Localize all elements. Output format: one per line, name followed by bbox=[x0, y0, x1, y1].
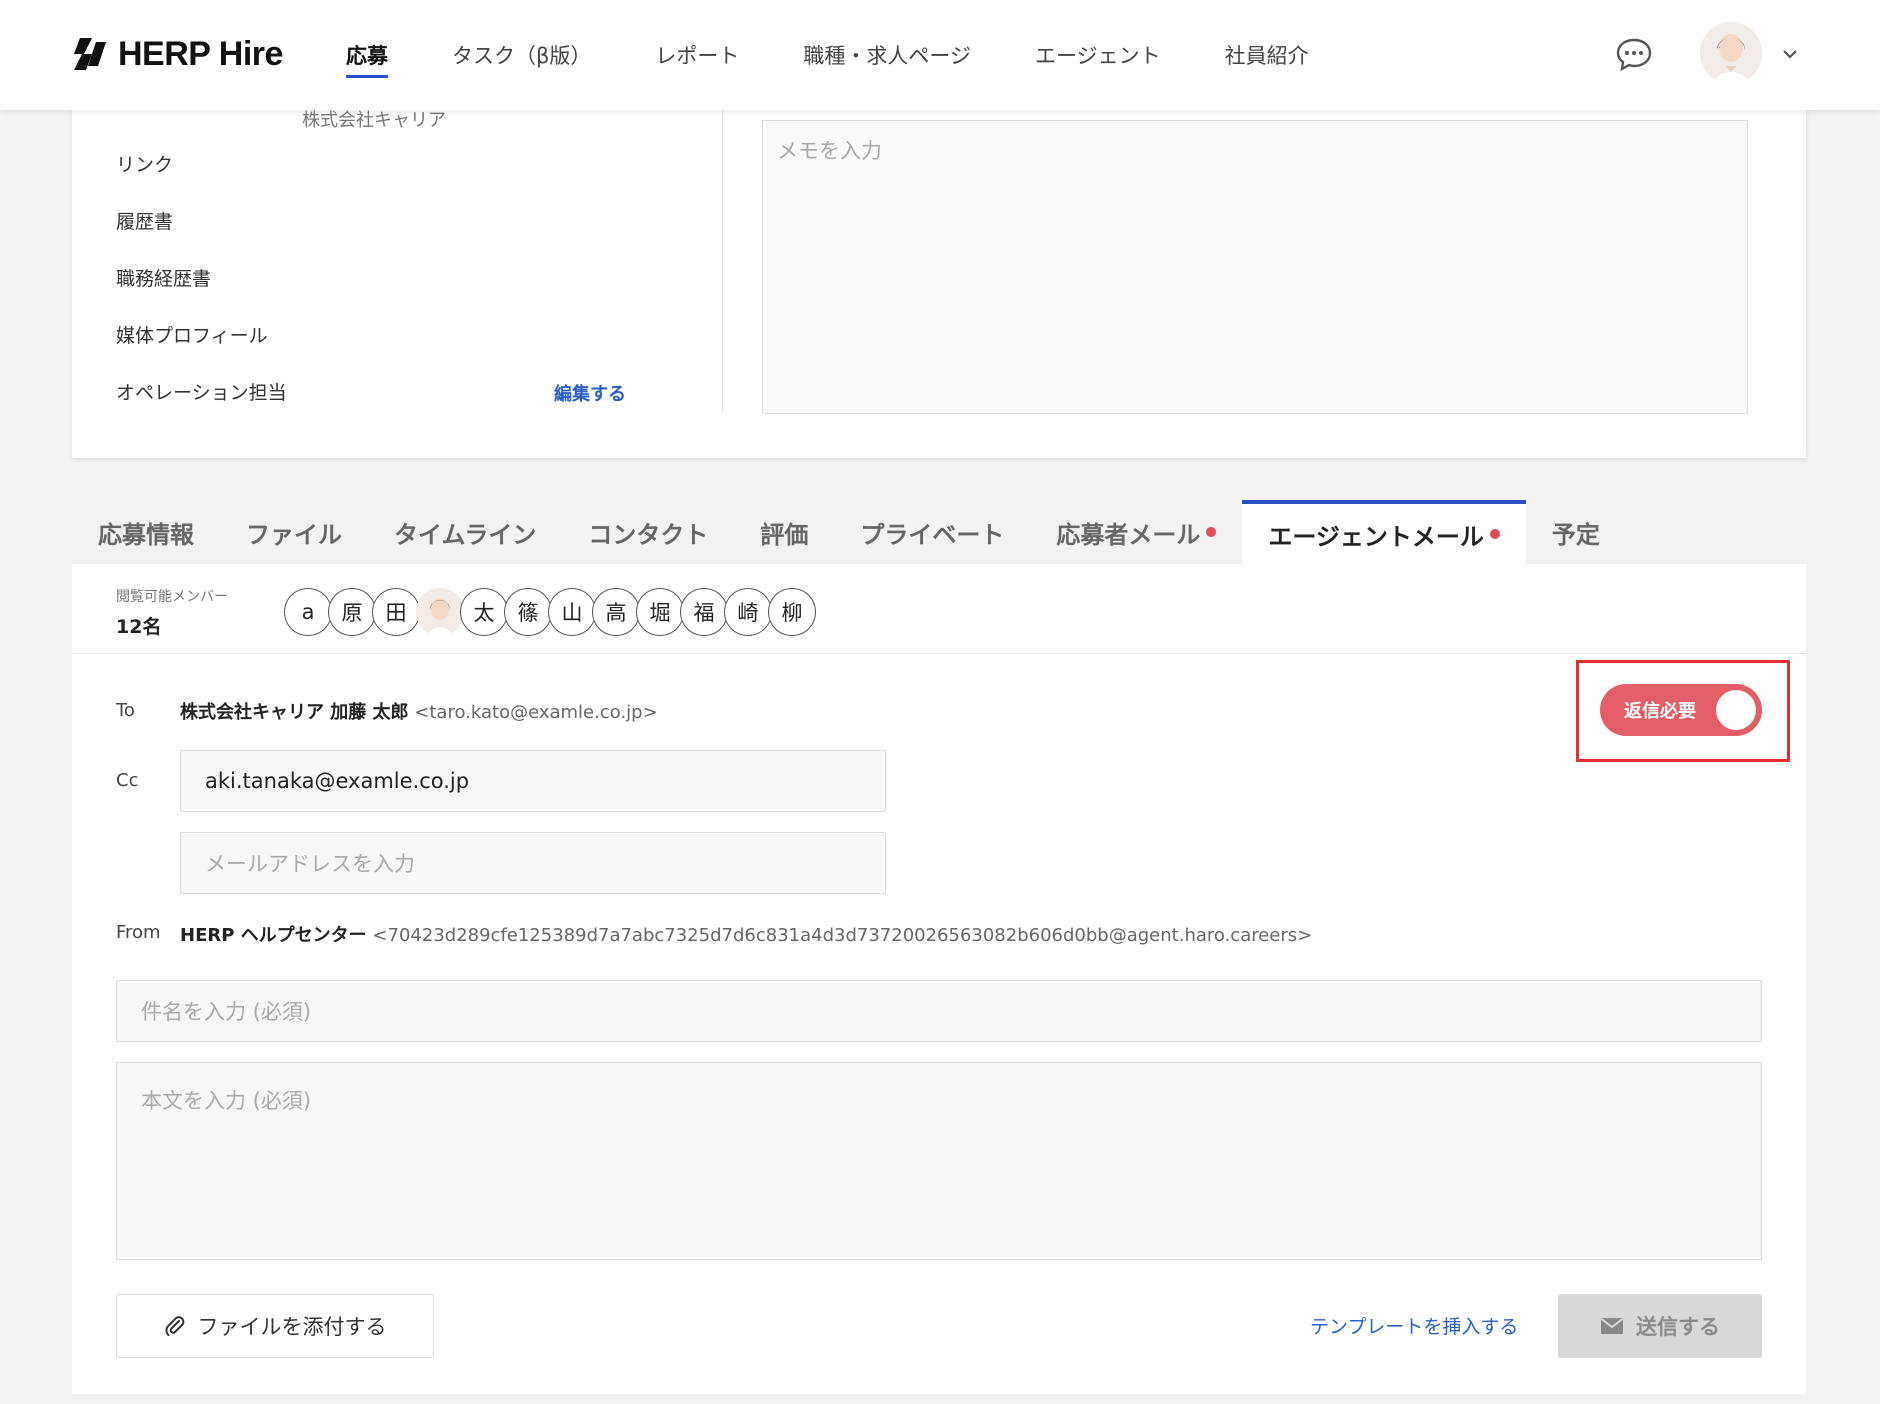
nav-item-jobs[interactable]: 職種・求人ページ bbox=[803, 0, 971, 110]
member-chip[interactable]: 福 bbox=[680, 588, 728, 636]
member-chip[interactable]: 堀 bbox=[636, 588, 684, 636]
to-recipient-address: <taro.kato@examle.co.jp> bbox=[414, 702, 658, 723]
toggle-knob bbox=[1716, 690, 1756, 730]
user-avatar[interactable] bbox=[1700, 22, 1762, 84]
nav-item-agents[interactable]: エージェント bbox=[1035, 0, 1161, 110]
nav-item-referrals[interactable]: 社員紹介 bbox=[1225, 0, 1309, 110]
tab-label: 応募者メール bbox=[1056, 520, 1201, 549]
nav-item-tasks[interactable]: タスク（β版） bbox=[452, 0, 591, 110]
cc-add-email-field[interactable]: メールアドレスを入力 bbox=[180, 832, 886, 894]
detail-label-media-profile: 媒体プロフィール bbox=[116, 325, 268, 347]
member-avatar-image bbox=[416, 588, 464, 636]
member-chip[interactable]: 高 bbox=[592, 588, 640, 636]
tab-files[interactable]: ファイル bbox=[220, 500, 368, 564]
tab-label: タイムライン bbox=[394, 520, 537, 549]
tab-private[interactable]: プライベート bbox=[834, 500, 1030, 564]
tab-label: 応募情報 bbox=[98, 520, 194, 549]
detail-label-resume: 履歴書 bbox=[116, 211, 174, 233]
paperclip-icon bbox=[164, 1316, 184, 1336]
from-sender: HERP ヘルプセンター <70423d289cfe125389d7a7abc7… bbox=[180, 921, 1312, 947]
from-sender-name: HERP ヘルプセンター bbox=[180, 925, 367, 946]
chevron-down-icon[interactable] bbox=[1780, 44, 1800, 64]
tab-label: プライベート bbox=[860, 520, 1005, 549]
from-sender-address: <70423d289cfe125389d7a7abc7325d7d6c831a4… bbox=[372, 925, 1313, 946]
send-button[interactable]: 送信する bbox=[1558, 1294, 1762, 1358]
tab-timeline[interactable]: タイムライン bbox=[368, 500, 562, 564]
edit-operation-owner-link[interactable]: 編集する bbox=[554, 380, 626, 406]
member-chip-list: a 原 田 太 篠 山 高 堀 福 崎 柳 bbox=[284, 588, 816, 636]
attach-file-button[interactable]: ファイルを添付する bbox=[116, 1294, 434, 1358]
cc-email-field[interactable]: aki.tanaka@examle.co.jp bbox=[180, 750, 886, 812]
application-tabs: 応募情報 ファイル タイムライン コンタクト 評価 プライベート 応募者メール … bbox=[72, 500, 1626, 564]
tab-schedule[interactable]: 予定 bbox=[1526, 500, 1626, 564]
user-avatar-image bbox=[1700, 22, 1762, 84]
logo[interactable]: HERP Hire bbox=[70, 34, 283, 74]
attach-file-label: ファイルを添付する bbox=[197, 1315, 387, 1339]
tab-label: 評価 bbox=[760, 520, 809, 549]
member-chip[interactable]: 田 bbox=[372, 588, 420, 636]
body-textarea[interactable]: 本文を入力 (必須) bbox=[116, 1062, 1762, 1260]
memo-input[interactable]: メモを入力 bbox=[762, 120, 1748, 414]
member-avatar[interactable] bbox=[416, 588, 464, 636]
member-chip[interactable]: 柳 bbox=[768, 588, 816, 636]
tab-label: 予定 bbox=[1551, 520, 1600, 549]
member-chip[interactable]: 崎 bbox=[724, 588, 772, 636]
insert-template-link[interactable]: テンプレートを挿入する bbox=[1310, 1312, 1518, 1339]
application-detail-card: 株式会社キャリア リンク 履歴書 職務経歴書 媒体プロフィール オペレーション担… bbox=[72, 100, 1806, 458]
to-label: To bbox=[116, 700, 135, 721]
agent-mail-panel: 閲覧可能メンバー 12名 a 原 田 太 篠 山 高 堀 福 崎 柳 To 株式… bbox=[72, 564, 1806, 1394]
reply-required-toggle[interactable]: 返信必要 bbox=[1600, 684, 1762, 736]
tab-label: エージェントメール bbox=[1268, 522, 1484, 551]
reply-required-label: 返信必要 bbox=[1624, 701, 1696, 722]
to-recipient-name: 株式会社キャリア 加藤 太郎 bbox=[180, 702, 409, 723]
envelope-icon bbox=[1600, 1318, 1624, 1334]
member-chip[interactable]: 篠 bbox=[504, 588, 552, 636]
viewable-members-bar: 閲覧可能メンバー 12名 a 原 田 太 篠 山 高 堀 福 崎 柳 bbox=[72, 564, 1806, 654]
main-nav: 応募 タスク（β版） レポート 職種・求人ページ エージェント 社員紹介 bbox=[346, 0, 1373, 110]
cc-label: Cc bbox=[116, 770, 139, 791]
tab-application-info[interactable]: 応募情報 bbox=[72, 500, 220, 564]
tab-applicant-mail[interactable]: 応募者メール bbox=[1030, 500, 1242, 564]
unread-dot bbox=[1206, 527, 1217, 537]
detail-label-cv: 職務経歴書 bbox=[116, 268, 212, 290]
members-label: 閲覧可能メンバー bbox=[116, 589, 228, 605]
member-chip[interactable]: 山 bbox=[548, 588, 596, 636]
member-chip[interactable]: a bbox=[284, 588, 332, 636]
members-count: 12名 bbox=[116, 616, 162, 638]
subject-input[interactable]: 件名を入力 (必須) bbox=[116, 980, 1762, 1042]
member-chip[interactable]: 太 bbox=[460, 588, 508, 636]
herp-logo-icon bbox=[74, 38, 106, 70]
send-label: 送信する bbox=[1636, 1315, 1720, 1339]
detail-label-link: リンク bbox=[116, 154, 174, 176]
top-bar: HERP Hire 応募 タスク（β版） レポート 職種・求人ページ エージェン… bbox=[0, 0, 1880, 110]
from-label: From bbox=[116, 922, 161, 943]
to-recipient: 株式会社キャリア 加藤 太郎 <taro.kato@examle.co.jp> bbox=[180, 698, 658, 724]
divider bbox=[722, 100, 723, 412]
tab-agent-mail[interactable]: エージェントメール bbox=[1242, 500, 1526, 564]
tab-label: ファイル bbox=[246, 520, 342, 549]
member-chip[interactable]: 原 bbox=[328, 588, 376, 636]
unread-dot bbox=[1489, 529, 1500, 539]
nav-item-applications[interactable]: 応募 bbox=[346, 0, 388, 110]
nav-item-reports[interactable]: レポート bbox=[655, 0, 739, 110]
logo-text: HERP Hire bbox=[118, 34, 283, 73]
detail-list: リンク 履歴書 職務経歴書 媒体プロフィール オペレーション担当 bbox=[116, 150, 287, 435]
tab-contact[interactable]: コンタクト bbox=[562, 500, 734, 564]
chat-bubble-icon[interactable] bbox=[1614, 34, 1654, 74]
detail-label-operation-owner: オペレーション担当 bbox=[116, 382, 287, 404]
tab-evaluation[interactable]: 評価 bbox=[734, 500, 834, 564]
tab-label: コンタクト bbox=[588, 520, 709, 549]
